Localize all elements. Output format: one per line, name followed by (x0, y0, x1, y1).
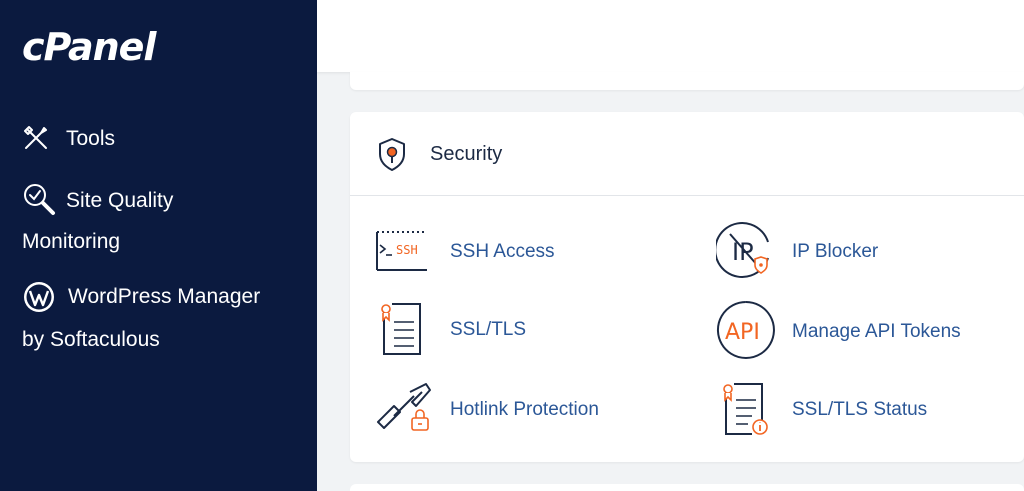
certificate-status-icon (722, 382, 770, 443)
shield-icon (376, 136, 408, 177)
top-bar (317, 0, 1024, 72)
tools-icon (22, 124, 50, 156)
api-icon: API (716, 300, 776, 365)
next-section-card (350, 484, 1024, 491)
previous-section-card (350, 72, 1024, 90)
sidebar-item-label-line2: by Softaculous (22, 328, 160, 351)
tool-label: SSH Access (450, 241, 555, 262)
sidebar-item-label: Site Quality (66, 189, 174, 212)
ip-blocker-icon: IP (714, 220, 776, 285)
tool-label: SSL/TLS (450, 319, 527, 340)
tool-manage-api-tokens[interactable]: API Manage API Tokens (716, 300, 1024, 360)
api-icon-text: API (725, 320, 760, 345)
section-title: Security (430, 143, 503, 165)
security-section: Security SSH SSH Access IP IP Blocker SS… (350, 112, 1024, 462)
hotlink-chain-icon (376, 382, 432, 443)
tool-label: Manage API Tokens (792, 321, 961, 342)
tool-label: SSL/TLS Status (792, 399, 928, 420)
tool-label: Hotlink Protection (450, 399, 599, 420)
tool-ip-blocker[interactable]: IP IP Blocker (714, 220, 1016, 280)
ssh-terminal-icon: SSH (376, 228, 428, 279)
wordpress-icon (22, 280, 56, 318)
sidebar-item-label: WordPress Manager (68, 285, 261, 308)
tool-ssl-tls-status[interactable]: SSL/TLS Status (722, 382, 1022, 438)
tool-ssh-access[interactable]: SSH SSH Access (376, 228, 676, 278)
cpanel-logo[interactable]: cPanel (22, 28, 156, 66)
security-section-header[interactable]: Security (350, 112, 1024, 196)
tool-ssl-tls[interactable]: SSL/TLS (380, 302, 680, 358)
ssh-icon-text: SSH (396, 243, 418, 257)
tool-hotlink-protection[interactable]: Hotlink Protection (376, 382, 676, 438)
certificate-icon (380, 302, 426, 363)
sidebar: cPanel Tools Site Quality Monitoring Wor (0, 0, 317, 491)
sidebar-item-label: Tools (66, 127, 116, 150)
magnifier-check-icon (22, 182, 56, 220)
ip-icon-text: IP (732, 238, 754, 266)
tool-label: IP Blocker (792, 241, 879, 262)
sidebar-item-label-line2: Monitoring (22, 230, 121, 253)
